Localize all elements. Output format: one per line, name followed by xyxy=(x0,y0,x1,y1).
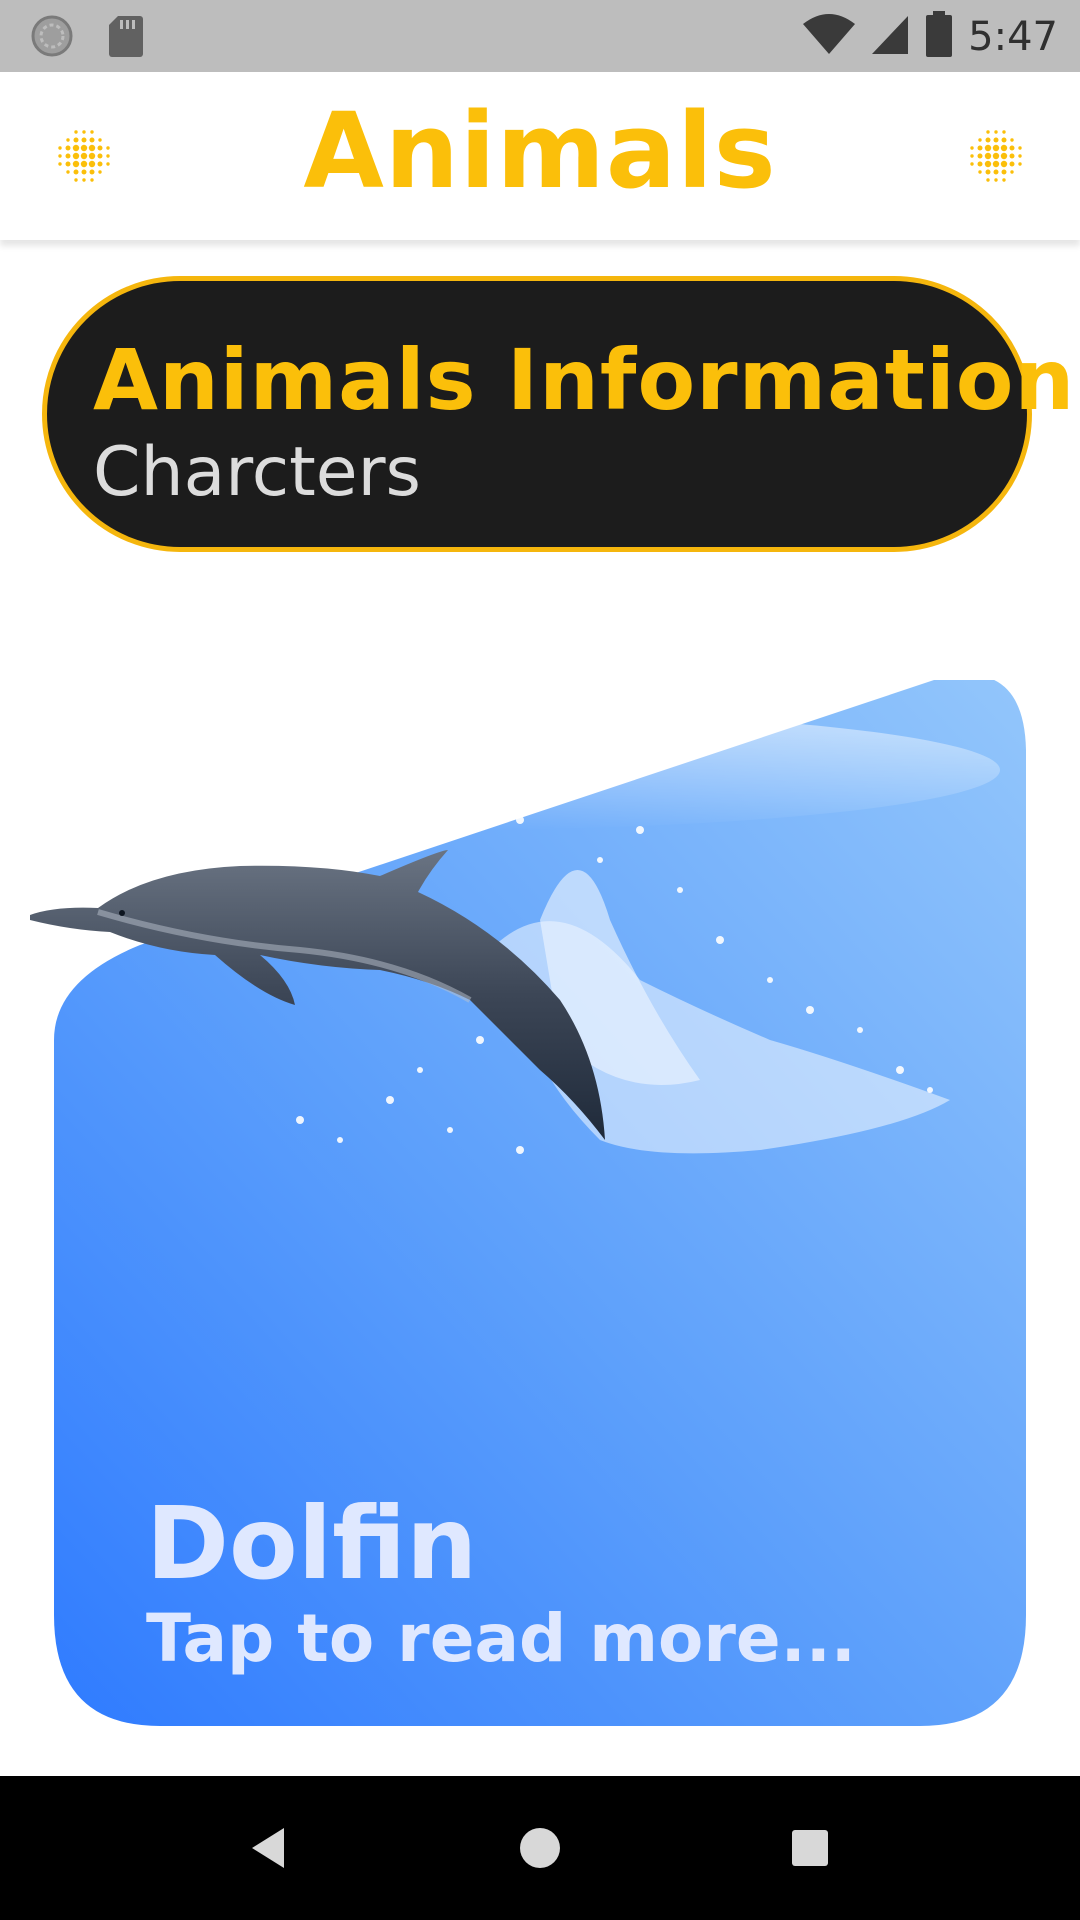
navigation-bar xyxy=(0,1776,1080,1920)
app-bar: Animals xyxy=(0,72,1080,240)
dots-pattern-icon[interactable] xyxy=(964,124,1028,188)
recents-icon[interactable] xyxy=(774,1812,846,1884)
animal-card[interactable]: Dolfin Tap to read more... xyxy=(0,680,1080,1740)
info-banner[interactable]: Animals Information Charcters xyxy=(42,276,1074,552)
status-bar: 5:47 xyxy=(0,0,1080,72)
card-title: Dolfin xyxy=(146,1485,478,1602)
battery-icon xyxy=(924,10,954,63)
home-icon[interactable] xyxy=(504,1812,576,1884)
cell-signal-icon xyxy=(870,12,910,61)
back-icon[interactable] xyxy=(234,1812,306,1884)
info-banner-title: Animals Information xyxy=(93,331,1076,429)
wifi-icon xyxy=(802,12,856,61)
card-subtitle: Tap to read more... xyxy=(146,1600,856,1677)
sd-card-icon xyxy=(108,14,144,63)
screen: 5:47 Animals Animals Information Charcte… xyxy=(0,0,1080,1920)
app-title: Animals xyxy=(303,90,777,212)
sync-icon xyxy=(30,14,74,63)
info-banner-subtitle: Charcters xyxy=(93,433,421,512)
status-time: 5:47 xyxy=(968,13,1058,60)
